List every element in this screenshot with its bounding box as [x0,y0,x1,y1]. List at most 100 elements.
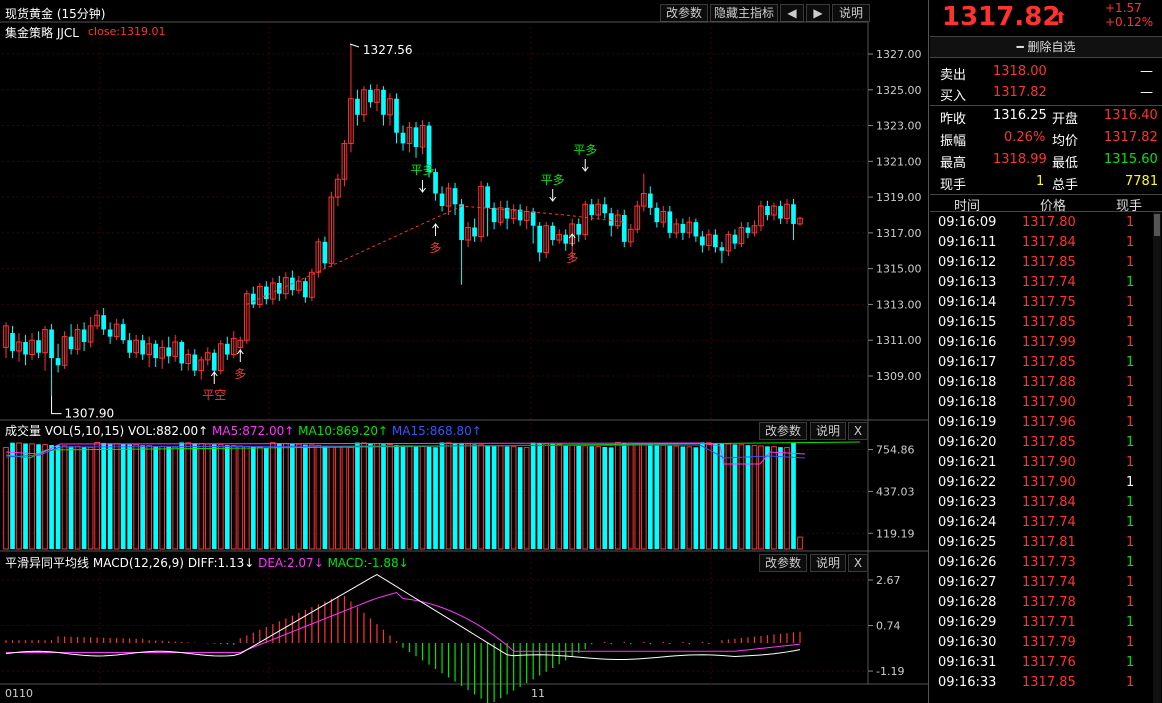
volume-bar [537,443,543,549]
candle-body [224,343,230,355]
candle-body [36,340,41,353]
tick-time: 09:16:26 [938,555,997,570]
tick-volume: 1 [1126,675,1135,690]
up-arrow-icon: ⬆ [1054,8,1068,27]
tick-price: 1317.75 [1022,295,1076,310]
volume-bar [55,445,61,549]
tick-volume: 1 [1126,355,1135,370]
tick-price: 1317.85 [1022,255,1076,270]
avg-value: 1317.82 [1104,130,1158,145]
volume-bar [263,447,269,549]
x-axis-label-mid: 11 [531,687,545,700]
macd-close-button[interactable]: X [848,554,868,572]
volume-bar [23,443,28,549]
vol-name: 成交量 [5,424,42,438]
tick-time: 09:16:25 [938,535,997,550]
tick-time: 09:16:33 [938,675,997,690]
tick-price: 1317.99 [1022,335,1076,350]
low-value: 1315.60 [1104,152,1158,167]
macd-help-button[interactable]: 说明 [810,554,846,572]
tick-price: 1317.85 [1022,315,1076,330]
tick-volume: 1 [1126,235,1135,250]
delete-favorite-button[interactable]: ━ 删除自选 [930,36,1162,58]
scrollbar-thumb[interactable] [1154,214,1160,236]
sell-volume: — [1140,64,1153,79]
candle-body [654,207,660,223]
tick-volume: 1 [1126,655,1135,670]
change-value: +1.57 [1105,1,1142,15]
tick-time: 09:16:22 [938,475,997,490]
candle-body [667,211,673,233]
volume-bar [517,447,523,549]
candle-body [120,324,126,341]
tick-time: 09:16:23 [938,495,997,510]
tick-row: 09:16:20 1317.85 1 [930,433,1162,453]
signal-close-long: 平多 [541,173,565,187]
vol-value: VOL:882.00↑ [127,424,209,438]
candle-body [563,234,569,244]
volume-bar [433,447,438,549]
tick-time: 09:16:12 [938,255,997,270]
macd-tick-label: 0.74 [876,620,901,633]
volume-bar [608,447,614,549]
tick-header: 时间 价格 现手 [930,194,1162,214]
candle-body [459,204,464,241]
volume-bar [36,444,41,549]
y-tick-label: 1317.00 [876,227,922,240]
volume-bar [472,444,477,549]
vol-params-button[interactable]: 改参数 [759,422,807,440]
tick-time: 09:16:21 [938,455,997,470]
volume-bar [576,445,582,549]
signal-close-long: 平多 [573,143,597,157]
tick-price: 1317.84 [1022,235,1076,250]
x-axis-label-left: 0110 [5,687,33,700]
vol-ma15: MA15:868.80↑ [391,424,482,438]
tick-scrollbar[interactable] [1153,212,1161,703]
y-tick-label: 1315.00 [876,263,922,276]
tick-row: 09:16:17 1317.85 1 [930,353,1162,373]
tick-row: 09:16:22 1317.90 1 [930,473,1162,493]
candle-body [589,204,595,215]
volume-bar [647,444,653,549]
amp-value: 0.26% [1004,130,1046,145]
vol-close-button[interactable]: X [848,422,868,440]
volume-bar [277,443,282,549]
volume-bar [602,447,608,549]
candle-body [491,207,497,223]
volume-bar [368,443,373,549]
tick-time: 09:16:20 [938,435,997,450]
tick-header-time: 时间 [954,199,981,214]
tick-volume: 1 [1126,255,1135,270]
macd-params-button[interactable]: 改参数 [759,554,807,572]
tick-row: 09:16:30 1317.79 1 [930,633,1162,653]
trading-app: 现货黄金 (15分钟) 改参数 隐藏主指标 ◀ ▶ 说明 集金策略 JJCL c… [0,0,1162,703]
vol-help-button[interactable]: 说明 [810,422,846,440]
candle-body [211,352,217,371]
candle-body [530,211,536,226]
candle-body [381,89,386,115]
tick-volume: 1 [1126,595,1135,610]
candle-body [713,234,718,248]
volume-bar [745,445,751,549]
prev-close-value: 1316.25 [993,108,1047,123]
tick-time: 09:16:15 [938,315,997,330]
candle-body [400,132,406,144]
macd-value: MACD:-1.88↓ [327,556,409,570]
candle-body [732,234,738,244]
tick-price: 1317.74 [1022,575,1076,590]
tick-time: 09:16:28 [938,595,997,610]
volume-bar [355,442,360,549]
tick-price: 1317.85 [1022,355,1076,370]
tick-volume: 1 [1126,435,1135,450]
signal-close-long: 平多 [411,163,435,177]
volume-bar [81,447,87,549]
y-tick-label: 1325.00 [876,84,922,97]
candle-body [355,98,360,115]
tick-row: 09:16:19 1317.96 1 [930,413,1162,433]
volume-bar [550,443,556,549]
volume-bar [140,445,146,549]
volume-bar [589,446,595,549]
vol-header: 成交量 VOL(5,10,15) VOL:882.00↑ MA5:872.00↑… [5,422,482,439]
candle-body [413,127,419,148]
volume-bar [10,442,15,549]
